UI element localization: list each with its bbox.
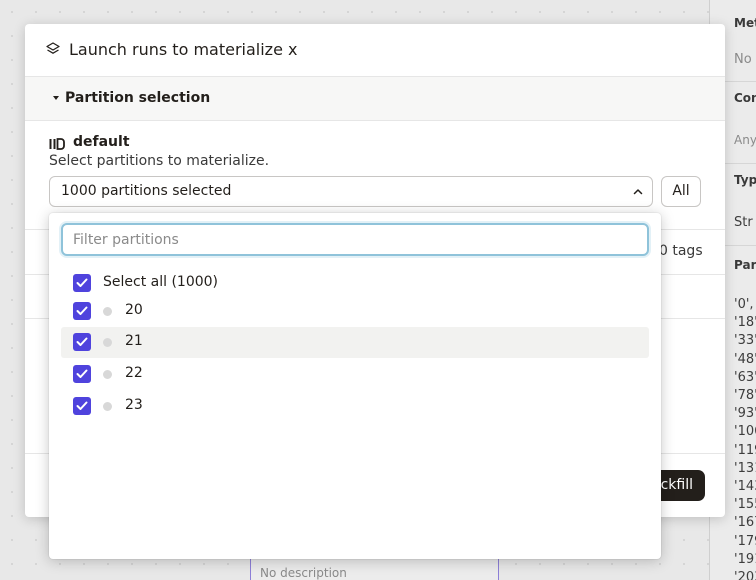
checkbox-checked-icon[interactable] — [73, 365, 91, 383]
partition-key-list: '0', '18', '33', '48', '63', '78', '93', '106',… — [734, 296, 756, 580]
select-all-label: Select all (1000) — [103, 274, 219, 290]
partition-key-item: '179', — [734, 533, 756, 549]
partition-option[interactable]: 20 — [61, 296, 649, 327]
filter-partitions-input[interactable] — [61, 223, 649, 256]
partition-key-item: '106', — [734, 424, 756, 440]
select-all-option[interactable]: Select all (1000) — [61, 268, 649, 299]
type-heading: Typ — [734, 173, 756, 187]
partition-select[interactable]: 1000 partitions selected — [49, 176, 653, 207]
status-dot-icon — [103, 307, 112, 316]
partition-key-item: '33', — [734, 333, 756, 349]
partition-dropdown: Select all (1000) 20 21 22 23 — [49, 213, 661, 559]
partition-option-label: 23 — [125, 397, 143, 413]
partition-select-value: 1000 partitions selected — [61, 183, 232, 199]
partition-option[interactable]: 21 — [61, 327, 649, 358]
section-label: Partition selection — [65, 90, 211, 106]
description-placeholder: No description — [250, 556, 499, 580]
layers-icon — [46, 42, 60, 54]
partition-option[interactable]: 23 — [61, 391, 649, 422]
partition-description: Select partitions to materialize. — [49, 153, 270, 169]
metadata-value: No — [734, 52, 752, 67]
checkbox-checked-icon[interactable] — [73, 302, 91, 320]
caret-down-icon — [53, 96, 59, 100]
partition-key-item: '131', — [734, 460, 756, 476]
partition-icon — [49, 138, 65, 150]
partition-key-item: '93', — [734, 406, 756, 422]
select-all-button[interactable]: All — [661, 176, 701, 207]
partition-key-item: '48', — [734, 351, 756, 367]
partition-option[interactable]: 22 — [61, 359, 649, 390]
checkbox-checked-icon[interactable] — [73, 274, 91, 292]
dialog-title: Launch runs to materialize x — [69, 40, 298, 59]
status-dot-icon — [103, 402, 112, 411]
partition-key-item: '167', — [734, 515, 756, 531]
partition-option-label: 20 — [125, 302, 143, 318]
type-value: Str — [734, 215, 753, 230]
partition-dimension-name: default — [73, 134, 130, 150]
partition-key-item: '78', — [734, 388, 756, 404]
partition-key-item: '0', — [734, 297, 754, 312]
partition-option-label: 21 — [125, 333, 143, 349]
partition-key-item: '191', — [734, 551, 756, 567]
partition-key-item: '155', — [734, 497, 756, 513]
partition-key-item: '203', — [734, 570, 756, 580]
status-dot-icon — [103, 338, 112, 347]
chevron-up-icon — [633, 189, 643, 195]
config-value: Any — [734, 133, 756, 147]
partition-option-label: 22 — [125, 365, 143, 381]
status-dot-icon — [103, 370, 112, 379]
partition-key-item: '63', — [734, 369, 756, 385]
partition-key-item: '18', — [734, 315, 756, 331]
partition-key-item: '143', — [734, 479, 756, 495]
metadata-heading: Met — [734, 16, 756, 30]
checkbox-checked-icon[interactable] — [73, 397, 91, 415]
config-heading: Con — [734, 91, 756, 105]
checkbox-checked-icon[interactable] — [73, 333, 91, 351]
partition-selection-toggle[interactable]: Partition selection — [25, 77, 725, 121]
tags-toggle[interactable]: 0 tags — [659, 243, 703, 259]
dialog-header: Launch runs to materialize x — [25, 24, 725, 77]
partition-key-item: '119', — [734, 442, 756, 458]
partitions-heading: Part — [734, 258, 756, 272]
